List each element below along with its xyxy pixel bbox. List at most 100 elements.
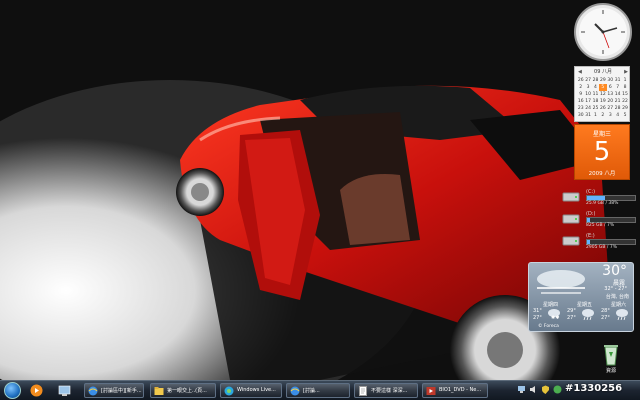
next-month-icon[interactable]: ▶	[624, 68, 628, 77]
taskbar-button-label: [討論...	[303, 388, 320, 394]
calendar-day-cell[interactable]: 10	[584, 91, 591, 98]
calendar-day-cell[interactable]: 4	[592, 84, 599, 91]
calendar-day-cell[interactable]: 13	[607, 91, 614, 98]
calendar-day-cell[interactable]: 14	[614, 91, 621, 98]
media-player-icon[interactable]	[30, 384, 43, 397]
drive-meter-e[interactable]: (E:) 2905 GB / 7%	[562, 232, 638, 252]
calendar-day-cell[interactable]: 22	[621, 98, 628, 105]
weather-city: 台灣, 台南	[605, 294, 629, 300]
drive-info: 825 GB / 7%	[586, 223, 615, 228]
windows-live-icon	[224, 386, 234, 396]
prev-month-icon[interactable]: ◀	[578, 68, 582, 77]
calendar-day-cell[interactable]: 15	[621, 91, 628, 98]
calendar-day-cell[interactable]: 11	[592, 91, 599, 98]
forecast-day-label: 星期五	[577, 302, 593, 308]
taskbar-button[interactable]: Windows Live...	[220, 383, 282, 398]
calendar-day-cell[interactable]: 2	[599, 112, 606, 119]
calendar-day-cell[interactable]: 19	[599, 98, 606, 105]
calendar-day-cell[interactable]: 17	[584, 98, 591, 105]
calendar-week-row: 26 27 28 29 30 31 1	[577, 77, 629, 84]
drive-meter-d[interactable]: (D:) 825 GB / 7%	[562, 210, 638, 230]
taskbar-button[interactable]: 不要這樣 深深...	[354, 383, 418, 398]
start-button[interactable]	[4, 382, 21, 399]
calendar-day-cell[interactable]: 6	[607, 84, 614, 91]
hard-drive-icon	[562, 236, 580, 246]
taskbar-button[interactable]: [討論區中][新手...	[84, 383, 144, 398]
calendar-day-cell[interactable]: 4	[614, 112, 621, 119]
calendar-week-row: 2345678	[577, 84, 629, 91]
calendar-month-view[interactable]: ◀ 09 八月 ▶ 26 27 28 29 30 31 1 2 3 4 5 6 7 8 9 10 11 12 13 1…	[574, 66, 630, 122]
calendar-day-cell[interactable]: 12	[599, 91, 606, 98]
taskbar-button[interactable]: [討論...	[286, 383, 350, 398]
calendar-gadget[interactable]: ◀ 09 八月 ▶ 26 27 28 29 30 31 1 2 3 4 5 6 7 8 9 10 11 12 13 1…	[574, 66, 630, 180]
show-desktop-icon[interactable]	[58, 384, 71, 397]
weather-gadget[interactable]: 30° 晨霧 32° - 27° 台灣, 台南 星期四 31° 27° ✱✱ 星…	[528, 262, 634, 332]
calendar-day-cell[interactable]: 26	[599, 105, 606, 112]
calendar-day-cell[interactable]: 30	[577, 112, 584, 119]
calendar-day-cell[interactable]: 30	[607, 77, 614, 84]
calendar-day-cell[interactable]: 28	[592, 77, 599, 84]
chat-icon[interactable]	[553, 385, 562, 394]
calendar-day-cell[interactable]: 31	[614, 77, 621, 84]
calendar-day-cell[interactable]: 8	[621, 84, 628, 91]
fog-weather-icon	[537, 270, 585, 294]
taskbar-button-label: 第一眼交上..(頁...	[167, 388, 207, 394]
calendar-day-cell[interactable]: 29	[599, 77, 606, 84]
forecast-low: 27°	[601, 315, 610, 321]
taskbar-button[interactable]: BIO1_DVD - Ne...	[422, 383, 488, 398]
recycle-bin-shortcut[interactable]: 資源	[596, 340, 626, 380]
calendar-week-row: 16 17 18 19 20 21 22	[577, 98, 629, 105]
calendar-day-cell[interactable]: 31	[584, 112, 591, 119]
calendar-day-cell[interactable]: 24	[584, 105, 591, 112]
calendar-day-cell[interactable]: 27	[584, 77, 591, 84]
calendar-day-view[interactable]: 星期三 5 2009 八月	[574, 124, 630, 180]
forecast-high: 28°	[601, 308, 610, 314]
taskbar-button[interactable]: 第一眼交上..(頁...	[150, 383, 216, 398]
hard-drive-icon	[562, 214, 580, 224]
calendar-day-cell[interactable]: 3	[607, 112, 614, 119]
calendar-day-cell[interactable]: 26	[577, 77, 584, 84]
hard-drive-icon	[562, 192, 580, 202]
drive-info: 25.9 GB / 38%	[586, 201, 619, 206]
forecast-day-label: 星期四	[543, 302, 559, 308]
calendar-day-cell[interactable]: 25	[592, 105, 599, 112]
browser-icon	[290, 386, 300, 396]
calendar-day-cell[interactable]: 3	[584, 84, 591, 91]
taskbar: [討論區中][新手... 第一眼交上..(頁... Windows Live..…	[0, 380, 640, 400]
forecast-day: 星期六 28° 27°	[601, 301, 633, 327]
calendar-day-cell[interactable]: 27	[607, 105, 614, 112]
browser-icon	[88, 386, 98, 396]
system-tray: #1330256	[515, 383, 635, 398]
security-shield-icon[interactable]	[541, 385, 550, 394]
calendar-month-label: 09 八月	[594, 69, 612, 75]
clock-gadget[interactable]	[573, 2, 633, 62]
taskbar-button-label: 不要這樣 深深...	[371, 388, 408, 394]
media-file-icon	[426, 387, 436, 395]
drive-meter-c[interactable]: (C:) 25.9 GB / 38%	[562, 188, 638, 208]
calendar-day-cell[interactable]: 21	[614, 98, 621, 105]
calendar-day-cell[interactable]: 29	[621, 105, 628, 112]
calendar-day-cell[interactable]: 7	[614, 84, 621, 91]
forecast-low: 27°	[533, 315, 542, 321]
calendar-day-cell[interactable]: 9	[577, 91, 584, 98]
calendar-day-cell[interactable]: 20	[607, 98, 614, 105]
drive-usage-fill	[587, 218, 591, 222]
calendar-day-cell[interactable]: 16	[577, 98, 584, 105]
forecast-low: 27°	[567, 315, 576, 321]
calendar-day-cell[interactable]: 28	[614, 105, 621, 112]
recycle-bin-label: 資源	[605, 368, 616, 374]
svg-text:✱✱: ✱✱	[551, 315, 560, 320]
snow-cloud-icon: ✱✱	[548, 309, 560, 320]
volume-icon[interactable]	[529, 385, 538, 394]
calendar-day-cell[interactable]: 5	[621, 112, 628, 119]
calendar-day-cell[interactable]: 5	[599, 84, 607, 91]
folder-icon	[154, 387, 164, 395]
taskbar-button-label: BIO1_DVD - Ne...	[439, 387, 482, 393]
calendar-day-cell[interactable]: 1	[621, 77, 628, 84]
calendar-year-month: 2009 八月	[588, 171, 616, 177]
network-icon[interactable]	[517, 385, 526, 394]
calendar-day-cell[interactable]: 23	[577, 105, 584, 112]
calendar-day-cell[interactable]: 18	[592, 98, 599, 105]
calendar-day-cell[interactable]: 2	[577, 84, 584, 91]
calendar-day-cell[interactable]: 1	[592, 112, 599, 119]
